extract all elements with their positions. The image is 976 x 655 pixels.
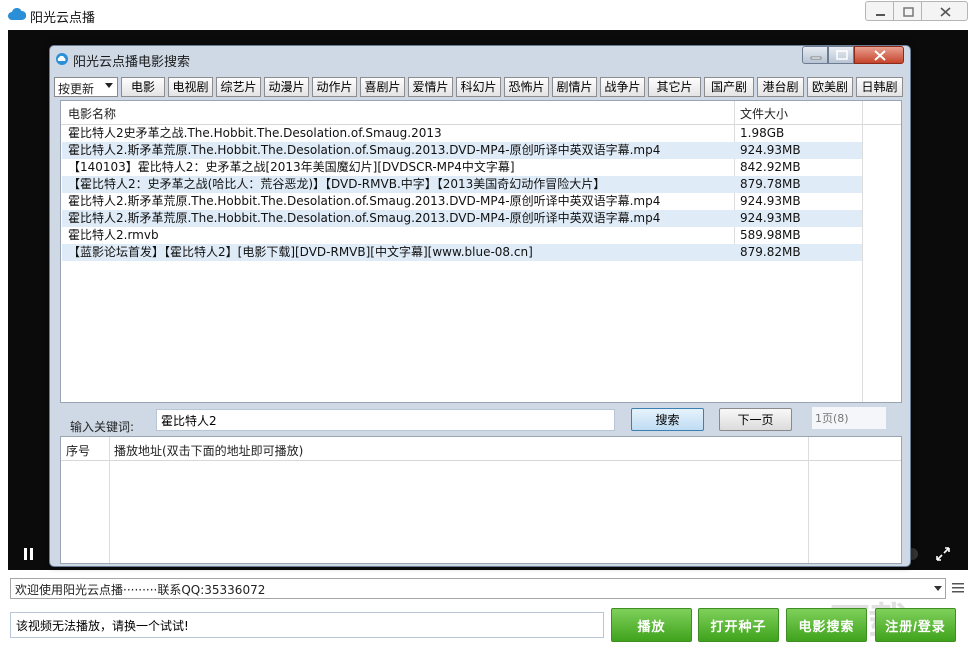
category-button[interactable]: 电视剧: [168, 77, 213, 97]
column-header-size[interactable]: 文件大小: [740, 105, 788, 122]
chevron-down-icon: [934, 586, 942, 591]
maximize-button[interactable]: [893, 1, 922, 21]
file-name: 霍比特人2.斯矛革荒原.The.Hobbit.The.Desolation.of…: [68, 143, 661, 157]
chevron-down-icon: [105, 83, 113, 88]
category-button[interactable]: 港台剧: [757, 77, 804, 97]
table-row[interactable]: 霍比特人2.斯矛革荒原.The.Hobbit.The.Desolation.of…: [62, 210, 862, 227]
search-button[interactable]: 搜索: [631, 408, 704, 431]
maximize-icon: [903, 7, 914, 17]
table-row[interactable]: 【蓝影论坛首发】【霍比特人2】[电影下载][DVD-RMVB][中文字幕][ww…: [62, 244, 862, 261]
category-button[interactable]: 日韩剧: [856, 77, 903, 97]
category-button[interactable]: 剧情片: [552, 77, 597, 97]
category-button[interactable]: 国产剧: [704, 77, 754, 97]
category-button[interactable]: 科幻片: [456, 77, 501, 97]
table-row[interactable]: 霍比特人2.rmvb 589.98MB: [62, 227, 862, 244]
fullscreen-icon[interactable]: [936, 547, 950, 561]
table-row[interactable]: 霍比特人2.斯矛革荒原.The.Hobbit.The.Desolation.of…: [62, 193, 862, 210]
category-button[interactable]: 欧美剧: [807, 77, 853, 97]
minimize-icon: [876, 14, 885, 16]
file-name: 霍比特人2史矛革之战.The.Hobbit.The.Desolation.of.…: [68, 126, 442, 140]
menu-icon[interactable]: [951, 581, 965, 595]
column-divider: [808, 437, 809, 563]
status-message-field[interactable]: [10, 612, 604, 638]
category-button[interactable]: 爱情片: [408, 77, 453, 97]
file-name: 【蓝影论坛首发】【霍比特人2】[电影下载][DVD-RMVB][中文字幕][ww…: [68, 245, 533, 259]
file-name: 霍比特人2.斯矛革荒原.The.Hobbit.The.Desolation.of…: [68, 211, 661, 225]
file-size: 924.93MB: [740, 143, 801, 157]
category-button[interactable]: 电影: [121, 77, 165, 97]
category-button[interactable]: 其它片: [648, 77, 701, 97]
file-size: 589.98MB: [740, 228, 801, 242]
register-login-button[interactable]: 注册/登录: [875, 608, 956, 642]
column-header-name[interactable]: 电影名称: [68, 105, 116, 122]
column-header-address[interactable]: 播放地址(双击下面的地址即可播放): [114, 442, 303, 459]
next-page-button[interactable]: 下一页: [719, 408, 792, 431]
close-icon: [940, 7, 951, 17]
dialog-title: 阳光云点播电影搜索: [73, 55, 191, 70]
file-size: 1.98GB: [740, 126, 785, 140]
category-button[interactable]: 战争片: [600, 77, 645, 97]
window-title: 阳光云点播: [30, 11, 96, 26]
dialog-minimize-button[interactable]: [802, 46, 828, 64]
minimize-icon: [810, 56, 822, 60]
file-size: 842.92MB: [740, 160, 801, 174]
file-name: 霍比特人2.斯矛革荒原.The.Hobbit.The.Desolation.of…: [68, 194, 661, 208]
maximize-icon: [836, 50, 848, 60]
file-size: 879.78MB: [740, 177, 801, 191]
file-name: 【140103】霍比特人2：史矛革之战[2013年美国魔幻片][DVDSCR-M…: [68, 160, 515, 174]
column-header-index[interactable]: 序号: [66, 442, 90, 459]
column-divider: [862, 101, 863, 402]
movie-search-button[interactable]: 电影搜索: [786, 608, 867, 642]
keyword-label: 输入关键词:: [70, 420, 135, 434]
dialog-close-button[interactable]: [854, 46, 904, 64]
category-button[interactable]: 动漫片: [264, 77, 309, 97]
cloud-icon: [56, 53, 68, 65]
category-button[interactable]: 恐怖片: [504, 77, 549, 97]
keyword-input[interactable]: [156, 409, 615, 431]
table-row[interactable]: 霍比特人2史矛革之战.The.Hobbit.The.Desolation.of.…: [62, 125, 862, 142]
title-bar: [0, 0, 976, 30]
table-row[interactable]: 霍比特人2.斯矛革荒原.The.Hobbit.The.Desolation.of…: [62, 142, 862, 159]
file-size: 924.93MB: [740, 211, 801, 225]
notice-dropdown[interactable]: 欢迎使用阳光云点播·········联系QQ:35336072: [10, 578, 946, 599]
pause-icon[interactable]: [22, 547, 36, 561]
file-size: 879.82MB: [740, 245, 801, 259]
minimize-button[interactable]: [865, 1, 894, 21]
file-name: 【霍比特人2：史矛革之战(哈比人：荒谷恶龙)】【DVD-RMVB.中字】【201…: [68, 177, 606, 191]
table-row[interactable]: 【140103】霍比特人2：史矛革之战[2013年美国魔幻片][DVDSCR-M…: [62, 159, 862, 176]
page-indicator: 1页(8): [812, 407, 886, 429]
category-button[interactable]: 综艺片: [216, 77, 261, 97]
close-button[interactable]: [921, 1, 968, 21]
open-torrent-button[interactable]: 打开种子: [698, 608, 779, 642]
column-divider: [109, 437, 110, 563]
play-button[interactable]: 播放: [611, 608, 692, 642]
file-name: 霍比特人2.rmvb: [68, 228, 159, 242]
dialog-maximize-button[interactable]: [828, 46, 854, 64]
table-row[interactable]: 【霍比特人2：史矛革之战(哈比人：荒谷恶龙)】【DVD-RMVB.中字】【201…: [62, 176, 862, 193]
category-button[interactable]: 动作片: [312, 77, 357, 97]
file-size: 924.93MB: [740, 194, 801, 208]
cloud-icon: [8, 7, 26, 20]
close-icon: [874, 50, 886, 61]
category-button[interactable]: 喜剧片: [360, 77, 405, 97]
